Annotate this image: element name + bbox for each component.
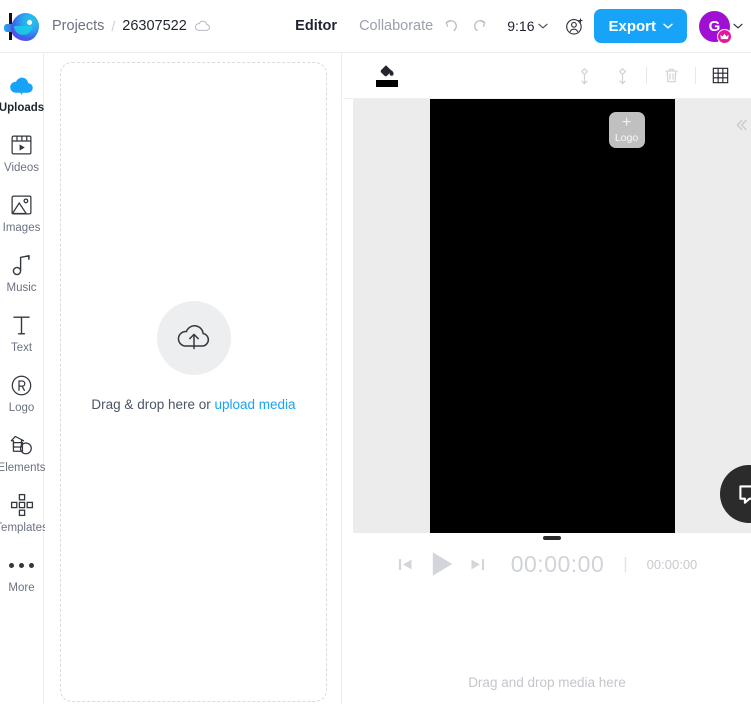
registered-r-icon — [10, 371, 33, 399]
sidebar-item-more[interactable]: More — [0, 551, 44, 594]
export-button[interactable]: Export — [594, 9, 687, 43]
templates-grid-icon — [10, 491, 34, 519]
cloud-upload-icon — [9, 71, 34, 99]
header-actions: Editor Collaborate 9:16 Export G — [284, 0, 751, 52]
skip-next-icon[interactable] — [469, 557, 486, 572]
chevron-down-icon — [663, 23, 673, 29]
redo-icon[interactable] — [465, 12, 493, 40]
sidebar-label-images: Images — [2, 222, 41, 234]
cloud-upload-icon — [156, 300, 231, 375]
undo-icon[interactable] — [437, 12, 465, 40]
dropzone-text: Drag & drop here or upload media — [91, 397, 295, 412]
current-time: 00:00:00 — [510, 550, 605, 577]
aspect-ratio-value: 9:16 — [507, 18, 535, 34]
editor-area: + Logo 00:00:00 | 00:00:00 Drag and drop… — [343, 53, 751, 704]
text-t-icon — [11, 311, 32, 339]
drag-handle-icon[interactable] — [543, 536, 561, 540]
toolbar-divider — [695, 67, 696, 84]
breadcrumb: Projects / 26307522 — [52, 18, 211, 34]
canvas-toolbar-actions — [565, 61, 739, 91]
paint-bucket-icon[interactable] — [374, 64, 400, 87]
breadcrumb-separator: / — [111, 18, 116, 34]
sidebar-item-elements[interactable]: Elements — [0, 431, 46, 474]
app-root: Projects / 26307522 Editor Collaborate 9… — [0, 0, 751, 704]
sidebar-label-text: Text — [10, 342, 33, 354]
video-canvas[interactable]: + Logo — [429, 99, 675, 533]
total-time: 00:00:00 — [646, 556, 698, 572]
tab-collaborate[interactable]: Collaborate — [348, 18, 437, 34]
upload-dropzone[interactable]: Drag & drop here or upload media — [60, 62, 327, 702]
sidebar-item-logo[interactable]: Logo — [0, 371, 44, 414]
trash-icon[interactable] — [652, 61, 690, 91]
time-separator: | — [623, 554, 628, 573]
chat-bubble-icon — [735, 480, 751, 508]
sidebar-label-logo: Logo — [8, 402, 35, 414]
tab-editor[interactable]: Editor — [284, 18, 348, 34]
brand-bird-logo-icon[interactable] — [2, 4, 46, 48]
playback-controls: 00:00:00 | 00:00:00 — [343, 533, 751, 595]
app-header: Projects / 26307522 Editor Collaborate 9… — [0, 0, 751, 53]
sidebar-item-templates[interactable]: Templates — [0, 491, 48, 534]
send-to-back-icon[interactable] — [603, 61, 641, 91]
uploads-panel: Drag & drop here or upload media — [45, 53, 342, 704]
timeline-empty-label: Drag and drop media here — [468, 675, 626, 690]
aspect-ratio-selector[interactable]: 9:16 — [493, 18, 558, 34]
left-sidebar: Uploads Videos Images Music Text Logo El… — [0, 53, 48, 704]
play-icon[interactable] — [427, 549, 456, 579]
skip-previous-icon[interactable] — [397, 557, 414, 572]
bring-to-front-icon[interactable] — [565, 61, 603, 91]
breadcrumb-project-id[interactable]: 26307522 — [122, 18, 187, 34]
sidebar-item-uploads[interactable]: Uploads — [0, 71, 44, 114]
color-swatch[interactable] — [376, 80, 398, 87]
more-dots-icon — [9, 551, 34, 579]
sidebar-label-elements: Elements — [0, 462, 46, 474]
cloud-saved-icon — [194, 20, 211, 33]
video-clip-icon — [10, 131, 33, 159]
toolbar-divider — [646, 67, 647, 84]
canvas-toolbar — [343, 53, 751, 99]
dropzone-label: Drag & drop here or — [91, 396, 211, 412]
user-menu[interactable]: G — [699, 10, 743, 44]
canvas-stage[interactable]: + Logo — [353, 99, 751, 540]
sidebar-label-templates: Templates — [0, 522, 48, 534]
sidebar-item-images[interactable]: Images — [0, 191, 44, 234]
sidebar-item-videos[interactable]: Videos — [0, 131, 44, 174]
logo-placeholder-label: Logo — [614, 131, 639, 144]
sidebar-label-music: Music — [6, 282, 37, 294]
chevron-down-icon — [538, 23, 549, 29]
image-icon — [10, 191, 33, 219]
shapes-icon — [9, 431, 34, 459]
chevron-down-icon[interactable] — [733, 23, 743, 29]
grid-layout-icon[interactable] — [701, 61, 739, 91]
upload-media-link[interactable]: upload media — [215, 397, 296, 412]
plus-icon: + — [621, 113, 632, 131]
logo-placeholder[interactable]: + Logo — [608, 112, 645, 148]
breadcrumb-projects[interactable]: Projects — [52, 18, 104, 34]
sidebar-label-uploads: Uploads — [0, 102, 45, 114]
sidebar-item-music[interactable]: Music — [0, 251, 44, 294]
music-note-icon — [12, 251, 32, 279]
sidebar-label-videos: Videos — [4, 162, 39, 174]
export-label: Export — [608, 17, 656, 35]
sidebar-item-text[interactable]: Text — [0, 311, 44, 354]
sidebar-label-more: More — [8, 582, 35, 594]
add-user-icon[interactable] — [558, 10, 590, 42]
chevrons-left-icon[interactable] — [733, 117, 749, 133]
crown-icon — [717, 28, 732, 44]
timeline-dropzone[interactable]: Drag and drop media here — [343, 606, 751, 704]
